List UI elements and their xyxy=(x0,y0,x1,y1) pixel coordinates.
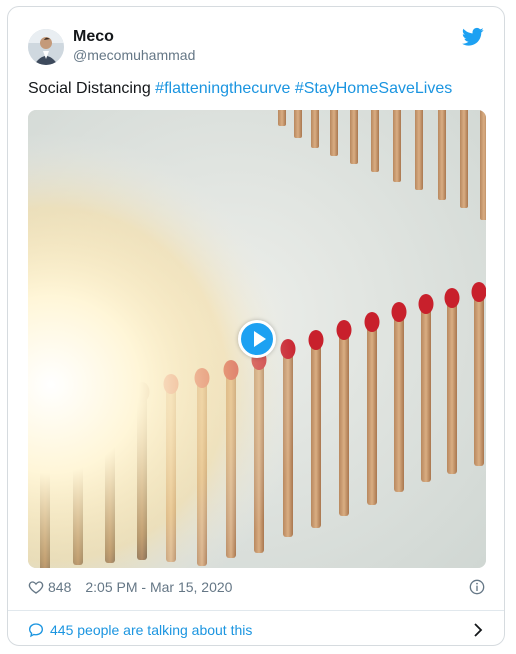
avatar[interactable] xyxy=(28,29,64,65)
speech-bubble-icon xyxy=(28,623,44,638)
conversation-link[interactable]: 445 people are talking about this xyxy=(28,620,252,640)
heart-icon[interactable] xyxy=(28,579,44,595)
display-name[interactable]: Meco xyxy=(73,27,114,46)
hashtag-stayhomesavelives[interactable]: #StayHomeSaveLives xyxy=(295,80,452,97)
tweet-text-body: Social Distancing xyxy=(28,80,156,97)
hashtag-flatteningthecurve[interactable]: #flatteningthecurve xyxy=(155,80,290,97)
user-handle[interactable]: @mecomuhammad xyxy=(73,47,195,64)
tweet-card: Meco @mecomuhammad Social Distancing #fl… xyxy=(7,6,505,646)
avatar-image xyxy=(28,29,64,65)
like-count[interactable]: 848 xyxy=(48,579,71,595)
tweet-meta: 848 2:05 PM - Mar 15, 2020 xyxy=(28,577,232,597)
tweet-text: Social Distancing #flatteningthecurve #S… xyxy=(28,78,452,99)
timestamp[interactable]: 2:05 PM - Mar 15, 2020 xyxy=(85,579,232,595)
chevron-right-icon[interactable] xyxy=(472,622,484,638)
conversation-label: 445 people are talking about this xyxy=(50,622,253,638)
video-player[interactable] xyxy=(28,110,486,568)
divider xyxy=(8,610,504,611)
info-icon[interactable] xyxy=(469,579,485,595)
play-icon[interactable] xyxy=(238,320,276,358)
twitter-bird-icon[interactable] xyxy=(462,27,484,47)
